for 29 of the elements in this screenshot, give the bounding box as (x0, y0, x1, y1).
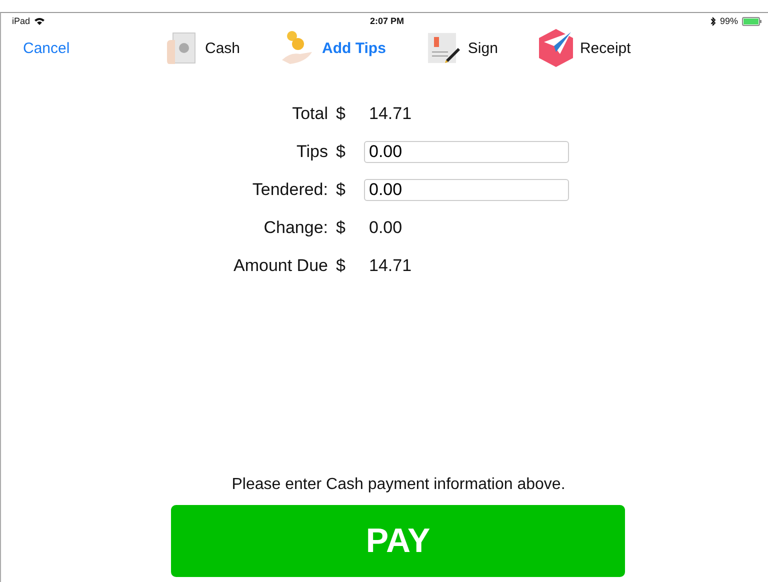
paper-plane-icon (538, 28, 574, 68)
field-label: Tendered: (251, 180, 329, 200)
amount-value: 14.71 (368, 103, 413, 125)
currency-sign: $ (336, 180, 346, 200)
currency-sign: $ (336, 256, 346, 276)
amount-field[interactable]: 0.00 (364, 179, 569, 201)
toolbar-tab[interactable]: Sign (426, 28, 498, 68)
battery-icon (742, 16, 762, 26)
cancel-button[interactable]: Cancel (23, 40, 163, 56)
amount-value: 14.71 (368, 255, 413, 277)
device-name: iPad (12, 16, 30, 26)
toolbar-tab[interactable]: Cash (163, 28, 240, 68)
field-label: Amount Due (232, 256, 329, 276)
amount-field[interactable]: 0.00 (364, 141, 569, 163)
instruction-text: Please enter Cash payment information above. (230, 476, 566, 494)
bluetooth-icon (710, 16, 716, 26)
document-pen-icon (426, 30, 462, 66)
wifi-icon (34, 17, 46, 25)
field-label: Tips (296, 142, 329, 162)
currency-sign: $ (336, 104, 346, 124)
amount-value: 0.00 (368, 217, 404, 239)
clock-time: 2:07 PM (370, 16, 404, 26)
toolbar-tab[interactable]: Receipt (538, 28, 631, 68)
battery-percent: 99% (720, 16, 738, 26)
currency-sign: $ (336, 218, 346, 238)
field-label: Total (291, 104, 329, 124)
toolbar-tab[interactable]: Add Tips (280, 28, 386, 68)
currency-sign: $ (336, 142, 346, 162)
field-label: Change: (262, 218, 329, 238)
